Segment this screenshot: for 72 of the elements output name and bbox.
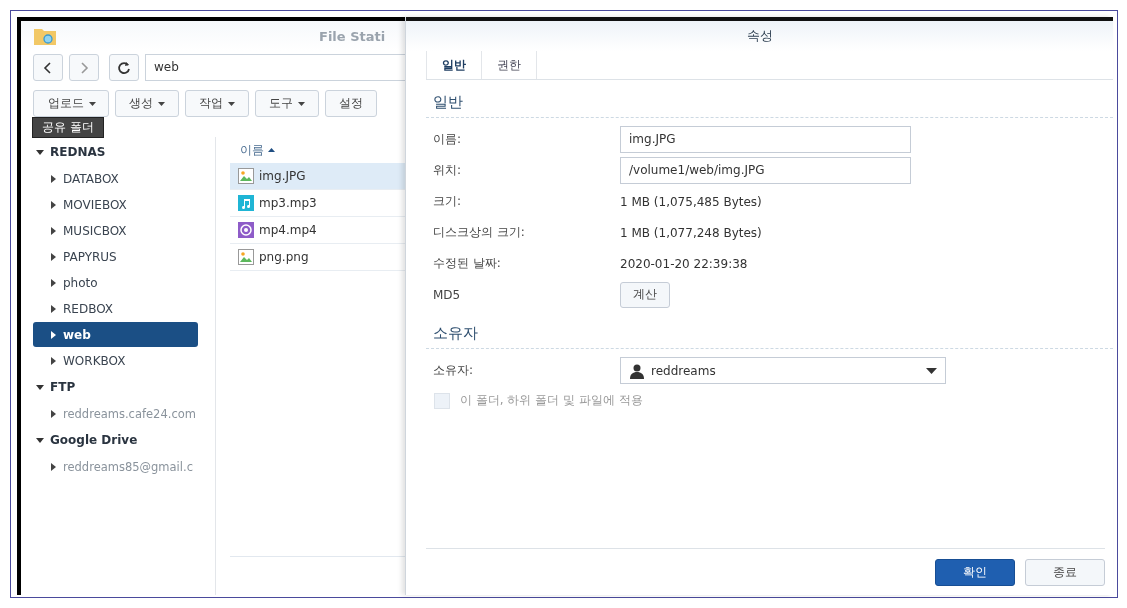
refresh-icon xyxy=(117,60,131,75)
caret-icon xyxy=(228,101,235,106)
caret-icon xyxy=(926,367,937,374)
expand-triangle-icon xyxy=(36,383,44,391)
input-field[interactable]: img.JPG xyxy=(620,126,911,153)
expand-triangle-icon xyxy=(51,356,57,365)
tree-item[interactable]: photo xyxy=(33,270,198,295)
tree-item[interactable]: WORKBOX xyxy=(33,348,198,373)
field-value: 1 MB (1,077,248 Bytes) xyxy=(620,225,762,240)
expand-triangle-icon xyxy=(51,174,57,183)
caret-icon xyxy=(158,101,165,106)
tree-item[interactable]: DATABOX xyxy=(33,166,198,191)
field-label: 수정된 날짜: xyxy=(432,255,502,272)
expand-triangle-icon xyxy=(51,200,57,209)
section-heading: 일반 xyxy=(433,93,464,112)
folder-search-icon xyxy=(33,26,57,46)
toolbar-button[interactable]: 작업 xyxy=(185,90,249,117)
image-file-icon xyxy=(238,249,254,265)
expand-triangle-icon xyxy=(36,436,44,444)
input-field[interactable]: /volume1/web/img.JPG xyxy=(620,157,911,184)
video-file-icon xyxy=(238,222,254,238)
tree-item[interactable]: REDBOX xyxy=(33,296,198,321)
expand-triangle-icon xyxy=(51,330,57,339)
dialog-title: 속성 xyxy=(746,27,773,45)
field-label: MD5 xyxy=(432,287,462,302)
expand-triangle-icon xyxy=(51,226,57,235)
toolbar-button[interactable]: 설정 xyxy=(325,90,377,117)
checkbox-label: 이 폴더, 하위 폴더 및 파일에 적용 xyxy=(460,392,643,409)
owner-dropdown[interactable]: reddreams xyxy=(620,357,946,384)
close-button[interactable]: 종료 xyxy=(1025,558,1105,586)
expand-triangle-icon xyxy=(51,278,57,287)
expand-triangle-icon xyxy=(51,252,57,261)
tree-item[interactable]: MOVIEBOX xyxy=(33,192,198,217)
column-header[interactable]: 이름 xyxy=(230,137,406,163)
tree-group[interactable]: FTP xyxy=(33,374,215,400)
chevron-left-icon xyxy=(42,60,54,75)
toolbar-button[interactable]: 업로드 xyxy=(33,90,109,117)
window-title: File Stati xyxy=(319,28,386,44)
back-button[interactable] xyxy=(33,54,63,81)
tree-group[interactable]: REDNAS xyxy=(33,139,215,165)
field-label: 이름: xyxy=(432,131,463,148)
chevron-right-icon xyxy=(78,60,90,75)
toolbar-button[interactable]: 생성 xyxy=(115,90,179,117)
tree-item[interactable]: MUSICBOX xyxy=(33,218,198,243)
expand-triangle-icon xyxy=(51,304,57,313)
toolbar-button[interactable]: 도구 xyxy=(255,90,319,117)
tree-group[interactable]: Google Drive xyxy=(33,427,215,453)
field-label: 소유자: xyxy=(432,362,475,379)
sort-ascending-icon xyxy=(268,148,275,152)
tab[interactable]: 권한 xyxy=(482,51,537,79)
calculate-button[interactable]: 계산 xyxy=(620,281,670,308)
tree-item[interactable]: PAPYRUS xyxy=(33,244,198,269)
field-label: 크기: xyxy=(432,193,463,210)
caret-icon xyxy=(89,101,96,106)
refresh-button[interactable] xyxy=(109,54,139,81)
expand-triangle-icon xyxy=(36,148,44,156)
caret-icon xyxy=(298,101,305,106)
file-row[interactable]: img.JPG xyxy=(230,163,406,190)
field-label: 위치: xyxy=(432,162,463,179)
music-file-icon xyxy=(238,195,254,211)
field-value: 2020-01-20 22:39:38 xyxy=(620,256,748,271)
field-label: 디스크상의 크기: xyxy=(432,224,526,241)
image-file-icon xyxy=(238,168,254,184)
expand-triangle-icon xyxy=(51,409,57,418)
tree-item[interactable]: web xyxy=(33,322,198,347)
user-icon xyxy=(629,362,645,379)
section-heading: 소유자 xyxy=(433,324,479,343)
tooltip: 공유 폴더 xyxy=(32,117,104,138)
tab[interactable]: 일반 xyxy=(426,51,482,79)
expand-triangle-icon xyxy=(51,462,57,471)
ok-button[interactable]: 확인 xyxy=(935,558,1015,586)
field-value: 1 MB (1,075,485 Bytes) xyxy=(620,194,762,209)
